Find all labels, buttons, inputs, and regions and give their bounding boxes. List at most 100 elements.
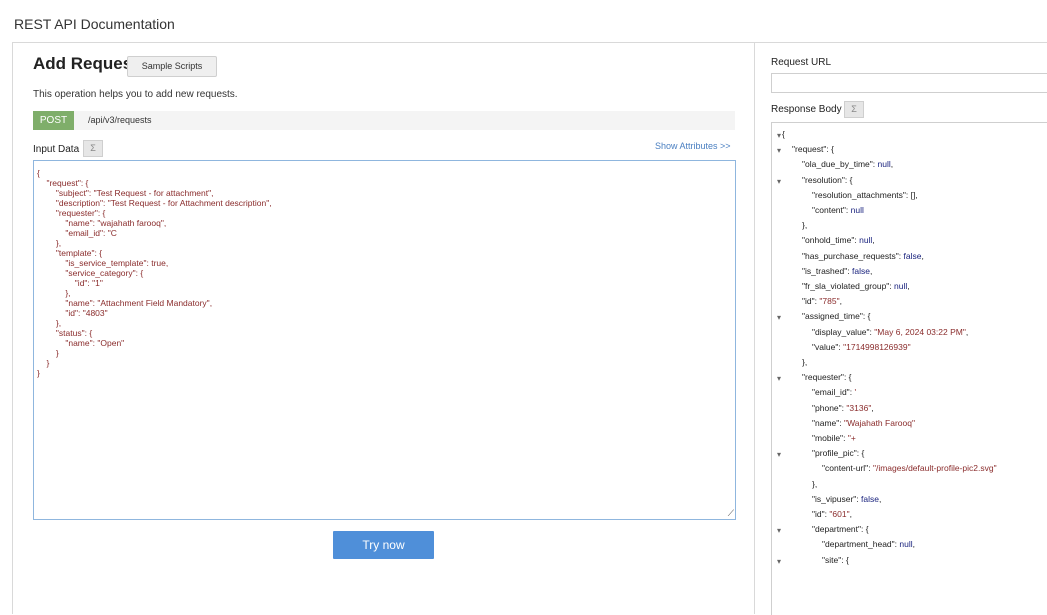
- json-token: "request": [792, 144, 827, 155]
- json-token: : {: [856, 448, 865, 459]
- response-json-line: "phone": "3136",: [812, 401, 874, 415]
- collapse-toggle-icon[interactable]: ▾: [777, 177, 781, 186]
- sample-scripts-button[interactable]: Sample Scripts: [127, 56, 217, 77]
- json-token: ,: [879, 493, 882, 504]
- json-token: ,: [869, 265, 873, 276]
- json-token: "department": [812, 524, 862, 535]
- json-token: "requester": [802, 372, 844, 383]
- response-json-line: "department_head": null,: [822, 537, 915, 551]
- page-title: REST API Documentation: [14, 16, 175, 32]
- collapse-toggle-icon[interactable]: ▾: [777, 374, 781, 383]
- request-url-field[interactable]: [771, 73, 1047, 93]
- json-token: "785": [819, 296, 840, 307]
- json-token: "is_vipuser": [812, 493, 857, 504]
- response-json-line: "profile_pic": {: [812, 446, 864, 460]
- input-json-text[interactable]: { "request": { "subject": "Test Request …: [34, 161, 735, 378]
- operation-heading: Add Request: [33, 54, 138, 73]
- json-token: "content": [812, 205, 846, 215]
- response-json-line: "ola_due_by_time": null,: [802, 157, 893, 171]
- response-json-line: "mobile": "+: [812, 431, 856, 445]
- response-json-line: "department": {: [812, 522, 869, 536]
- json-token: : {: [844, 174, 853, 185]
- top-bar: REST API Documentation: [0, 0, 1047, 43]
- json-token: "resolution": [802, 174, 845, 185]
- json-token: null: [899, 539, 913, 550]
- collapse-toggle-icon[interactable]: ▾: [777, 526, 781, 535]
- response-json-line: "content": null: [812, 203, 864, 217]
- response-format-icon[interactable]: Σ: [844, 101, 864, 118]
- panel-divider: [754, 42, 755, 614]
- json-token: null: [859, 235, 873, 246]
- response-json-line: "request": {: [792, 142, 834, 156]
- json-token: ,: [839, 296, 842, 307]
- resize-handle-icon[interactable]: ⟋: [728, 508, 734, 518]
- response-json-line: "id": "785",: [802, 294, 842, 308]
- json-token: "+: [847, 433, 856, 443]
- response-panel: Request URL Response Body Σ ▾{▾ "request"…: [756, 43, 1047, 615]
- json-token: "display_value": [812, 326, 870, 337]
- json-token: "email_id": [812, 387, 850, 398]
- json-token: "fr_sla_violated_group": [802, 281, 890, 291]
- http-method-badge: POST: [33, 111, 74, 130]
- response-json-line: "email_id": ': [812, 385, 856, 399]
- collapse-toggle-icon[interactable]: ▾: [777, 313, 781, 322]
- json-token: null: [894, 281, 908, 291]
- response-json-line: "resolution": {: [802, 173, 852, 187]
- show-attributes-link[interactable]: Show Attributes >>: [655, 141, 731, 151]
- json-token: false: [861, 493, 880, 504]
- json-token: null: [877, 159, 891, 170]
- response-json-line: "value": "1714998126939": [812, 340, 911, 354]
- json-token: ,: [907, 281, 910, 291]
- json-token: "601": [829, 509, 850, 519]
- json-token: },: [802, 220, 808, 231]
- endpoint-bar: POST /api/v3/requests: [33, 111, 735, 130]
- response-json-line: "onhold_time": null,: [802, 233, 875, 247]
- collapse-toggle-icon[interactable]: ▾: [777, 131, 781, 140]
- json-token: "/images/default-profile-pic2.svg": [872, 463, 997, 474]
- json-token: ,: [849, 509, 852, 519]
- response-json-line: "site": {: [822, 553, 849, 567]
- json-token: "has_purchase_requests": [802, 250, 899, 261]
- left-gutter: [0, 42, 13, 614]
- json-token: "phone": [812, 402, 842, 413]
- json-token: "profile_pic": [812, 448, 857, 459]
- json-token: : {: [862, 311, 871, 322]
- json-token: false: [852, 265, 870, 276]
- json-token: ,: [965, 326, 969, 337]
- json-token: },: [802, 357, 808, 367]
- json-token: ,: [921, 250, 924, 261]
- operation-description: This operation helps you to add new requ…: [33, 89, 238, 100]
- try-now-button[interactable]: Try now: [333, 531, 434, 559]
- response-json-line: {: [782, 127, 785, 141]
- response-body-viewer[interactable]: ▾{▾ "request": {"ola_due_by_time": null, ▾…: [771, 122, 1047, 615]
- json-token: null: [850, 205, 864, 215]
- json-token: "mobile": [812, 433, 844, 443]
- collapse-toggle-icon[interactable]: ▾: [777, 557, 781, 566]
- json-token: "1714998126939": [843, 341, 911, 352]
- json-token: "content-url": [822, 463, 869, 474]
- json-token: },: [812, 478, 818, 489]
- response-json-line: "name": "Wajahath Farooq": [812, 416, 915, 430]
- json-token: "name": [812, 417, 840, 428]
- json-token: "is_trashed": [802, 265, 848, 276]
- json-token: ,: [871, 402, 874, 413]
- response-json-line: "requester": {: [802, 370, 852, 384]
- collapse-toggle-icon[interactable]: ▾: [777, 146, 781, 155]
- json-token: : {: [843, 372, 852, 383]
- json-token: ,: [872, 235, 875, 246]
- format-icon[interactable]: Σ: [83, 140, 103, 157]
- input-data-label: Input Data: [33, 144, 80, 155]
- json-token: "assigned_time": [802, 311, 863, 322]
- input-data-editor[interactable]: { "request": { "subject": "Test Request …: [33, 160, 736, 520]
- json-token: "resolution_attachments": [812, 189, 906, 200]
- json-token: "onhold_time": [802, 235, 855, 246]
- response-json-line: "content-url": "/images/default-profile-…: [822, 461, 997, 475]
- json-token: "3136": [846, 402, 872, 413]
- response-json-line: "id": "601",: [812, 507, 852, 521]
- json-token: "site": [822, 554, 842, 565]
- json-token: : {: [861, 524, 869, 535]
- collapse-toggle-icon[interactable]: ▾: [777, 450, 781, 459]
- json-token: "value": [812, 341, 839, 352]
- response-json-line: "is_trashed": false,: [802, 264, 872, 278]
- json-token: "Wajahath Farooq": [844, 417, 915, 428]
